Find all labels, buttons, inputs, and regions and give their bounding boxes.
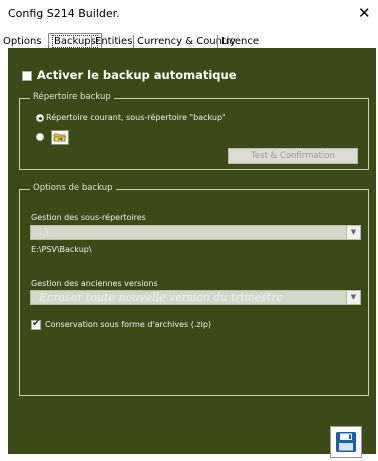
current-directory-radio-label: Répertoire courant, sous-répertoire "bac…: [46, 113, 226, 122]
zip-archive-checkbox[interactable]: ✔: [31, 318, 41, 330]
subdirectory-select[interactable]: ..\ ▼: [30, 225, 361, 240]
tab-entities[interactable]: Entities: [91, 35, 135, 48]
backup-directory-group-title: Répertoire backup: [30, 92, 114, 102]
folder-open-icon[interactable]: [51, 130, 69, 145]
chevron-down-icon[interactable]: ▼: [346, 226, 360, 239]
backups-panel: Activer le backup automatique Répertoire…: [8, 48, 376, 458]
backup-options-group-title: Options de backup: [30, 183, 116, 193]
current-directory-radio[interactable]: [36, 114, 44, 122]
auto-backup-label: Activer le backup automatique: [37, 68, 237, 82]
backup-path-text: E:\PSV\Backup\: [31, 245, 92, 254]
backup-options-group: Options de backup Gestion des sous-réper…: [19, 183, 369, 396]
checkmark-icon: ✔: [32, 318, 41, 329]
old-versions-select[interactable]: Ecraser toute nouvelle version du trimes…: [30, 290, 361, 305]
zip-archive-label: Conservation sous forme d'archives (.zip…: [45, 320, 212, 329]
old-versions-select-value: Ecraser toute nouvelle version du trimes…: [39, 291, 283, 304]
window-title: Config S214 Builder.: [8, 7, 120, 20]
title-bar: Config S214 Builder. ✕: [0, 0, 378, 28]
close-icon[interactable]: ✕: [358, 4, 371, 22]
tab-strip: Options Backups Entities Currency & Coun…: [0, 33, 378, 48]
tab-entities-label: Entities: [95, 36, 133, 47]
subdirectory-select-value: ..\: [39, 227, 49, 238]
test-confirmation-button[interactable]: Test & Confirmation: [228, 148, 358, 164]
backup-directory-group: Répertoire backup Répertoire courant, so…: [19, 92, 369, 170]
tab-options[interactable]: Options: [0, 35, 45, 48]
chevron-down-icon[interactable]: ▼: [346, 291, 360, 304]
folder-open-glyph: [53, 133, 67, 142]
floppy-disk-icon: [336, 432, 356, 452]
subdirectory-management-label: Gestion des sous-répertoires: [31, 213, 146, 222]
custom-directory-radio[interactable]: [36, 133, 44, 141]
tab-licence[interactable]: Licence: [217, 35, 262, 48]
tab-licence-label: Licence: [221, 36, 259, 47]
save-button[interactable]: [330, 426, 362, 458]
tab-options-label: Options: [3, 36, 42, 47]
old-versions-management-label: Gestion des anciennes versions: [31, 279, 158, 288]
auto-backup-checkbox[interactable]: [22, 71, 32, 81]
